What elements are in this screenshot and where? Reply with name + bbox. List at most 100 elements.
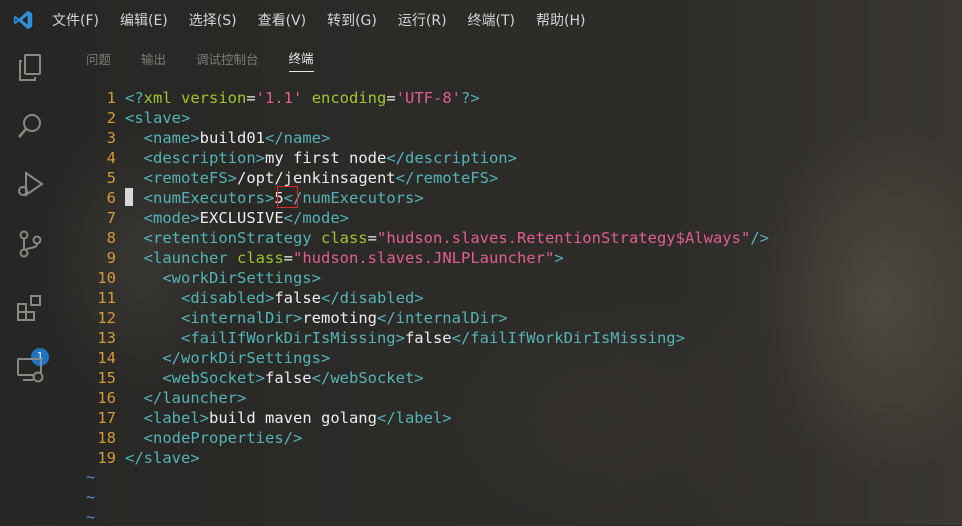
line-number: 11 [97, 289, 116, 307]
code-token: xml version [143, 89, 247, 107]
code-token: </webSocket> [311, 369, 424, 387]
line-number: 9 [106, 249, 116, 267]
code-token: <disabled> [181, 289, 275, 307]
code-token: <workDirSettings> [162, 269, 321, 287]
code-text: <label>build maven golang</label> [125, 408, 452, 428]
code-line: 11 <disabled>false</disabled> [82, 288, 423, 308]
menu-terminal[interactable]: 终端(T) [468, 10, 515, 30]
code-token: remoting [302, 309, 377, 327]
code-line: 7 <mode>EXCLUSIVE</mode> [82, 208, 349, 228]
code-token: </disabled> [321, 289, 424, 307]
menu-help[interactable]: 帮助(H) [536, 10, 585, 30]
code-token: '1.1' [255, 89, 303, 107]
code-text: <remoteFS>/opt/jenkinsagent</remoteFS> [125, 168, 499, 188]
code-token: "hudson.slaves.RetentionStrategy$Always" [377, 229, 751, 247]
code-token: <nodeProperties/> [143, 429, 303, 447]
line-number: 3 [106, 129, 116, 147]
line-number: 14 [97, 349, 116, 367]
code-token: </description> [386, 149, 517, 167]
code-line: 4 <description>my first node</descriptio… [82, 148, 517, 168]
menu-run[interactable]: 运行(R) [398, 10, 447, 30]
line-number: 16 [97, 389, 116, 407]
code-text: <name>build01</name> [125, 128, 331, 148]
line-number: 13 [97, 329, 116, 347]
code-token: </slave> [125, 449, 200, 467]
code-line: 6 <numExecutors>5</numExecutors> [82, 188, 424, 208]
line-number: 4 [106, 149, 116, 167]
code-token: build maven golang [209, 409, 377, 427]
code-line: 1 <?xml version='1.1' encoding='UTF-8'?> [82, 88, 480, 108]
code-text: <disabled>false</disabled> [125, 288, 424, 308]
highlight-box [277, 186, 298, 208]
code-token: /opt/jenkinsagent [237, 169, 396, 187]
code-token: = [283, 249, 294, 267]
code-text: </slave> [125, 448, 200, 468]
menu-file[interactable]: 文件(F) [52, 10, 99, 30]
code-text: <nodeProperties/> [125, 428, 303, 448]
code-token: = [386, 89, 396, 107]
search-icon[interactable] [12, 108, 48, 144]
menu-selection[interactable]: 选择(S) [189, 10, 237, 30]
code-line: 18 <nodeProperties/> [82, 428, 302, 448]
run-debug-icon[interactable] [12, 166, 48, 202]
line-number: 8 [106, 229, 116, 247]
code-line: 13 <failIfWorkDirIsMissing>false</failIf… [82, 328, 685, 348]
remote-explorer-icon[interactable] [12, 352, 48, 388]
code-token: <numExecutors> [143, 189, 275, 207]
source-control-icon[interactable] [12, 226, 48, 262]
code-token: 'UTF-8' [395, 89, 462, 107]
code-line: 16 </launcher> [82, 388, 246, 408]
tab-problems[interactable]: 问题 [86, 49, 111, 72]
code-token: </mode> [283, 209, 349, 227]
code-line: 5 <remoteFS>/opt/jenkinsagent</remoteFS> [82, 168, 499, 188]
code-line: 19 </slave> [82, 448, 199, 468]
extensions-icon[interactable] [12, 290, 48, 326]
menu-view[interactable]: 查看(V) [258, 10, 307, 30]
menu-go[interactable]: 转到(G) [327, 10, 377, 30]
line-number: 5 [106, 169, 116, 187]
line-number: 12 [97, 309, 116, 327]
explorer-icon[interactable] [12, 50, 48, 86]
code-text: <launcher class="hudson.slaves.JNLPLaunc… [125, 248, 564, 268]
code-text: <webSocket>false</webSocket> [125, 368, 424, 388]
menu-edit[interactable]: 编辑(E) [120, 10, 168, 30]
code-token: <internalDir> [181, 309, 303, 327]
tab-debug-console[interactable]: 调试控制台 [196, 49, 259, 72]
code-token: false [264, 369, 312, 387]
code-token: /> [750, 229, 769, 247]
terminal-editor[interactable]: 1 <?xml version='1.1' encoding='UTF-8'?> 2… [82, 88, 962, 526]
line-number: 7 [106, 209, 116, 227]
code-text: <internalDir>remoting</internalDir> [125, 308, 508, 328]
code-token: EXCLUSIVE [199, 209, 284, 227]
code-token: false [404, 329, 452, 347]
code-token: <launcher [143, 249, 237, 267]
code-token: <failIfWorkDirIsMissing> [181, 329, 405, 347]
tab-terminal[interactable]: 终端 [288, 48, 314, 72]
code-line: 9 <launcher class="hudson.slaves.JNLPLau… [82, 248, 564, 268]
code-text: <description>my first node</description> [125, 148, 517, 168]
code-line: 3 <name>build01</name> [82, 128, 331, 148]
line-number: 18 [97, 429, 116, 447]
code-token: <name> [143, 129, 200, 147]
code-token: </remoteFS> [395, 169, 499, 187]
activity-bar: 1 [0, 40, 62, 525]
code-text: <slave> [125, 108, 190, 128]
code-text: <workDirSettings> [125, 268, 321, 288]
line-number: 19 [97, 449, 116, 467]
code-token: <label> [143, 409, 209, 427]
code-token: ?> [461, 89, 480, 107]
code-token: = [367, 229, 377, 247]
tab-output[interactable]: 输出 [141, 49, 166, 72]
